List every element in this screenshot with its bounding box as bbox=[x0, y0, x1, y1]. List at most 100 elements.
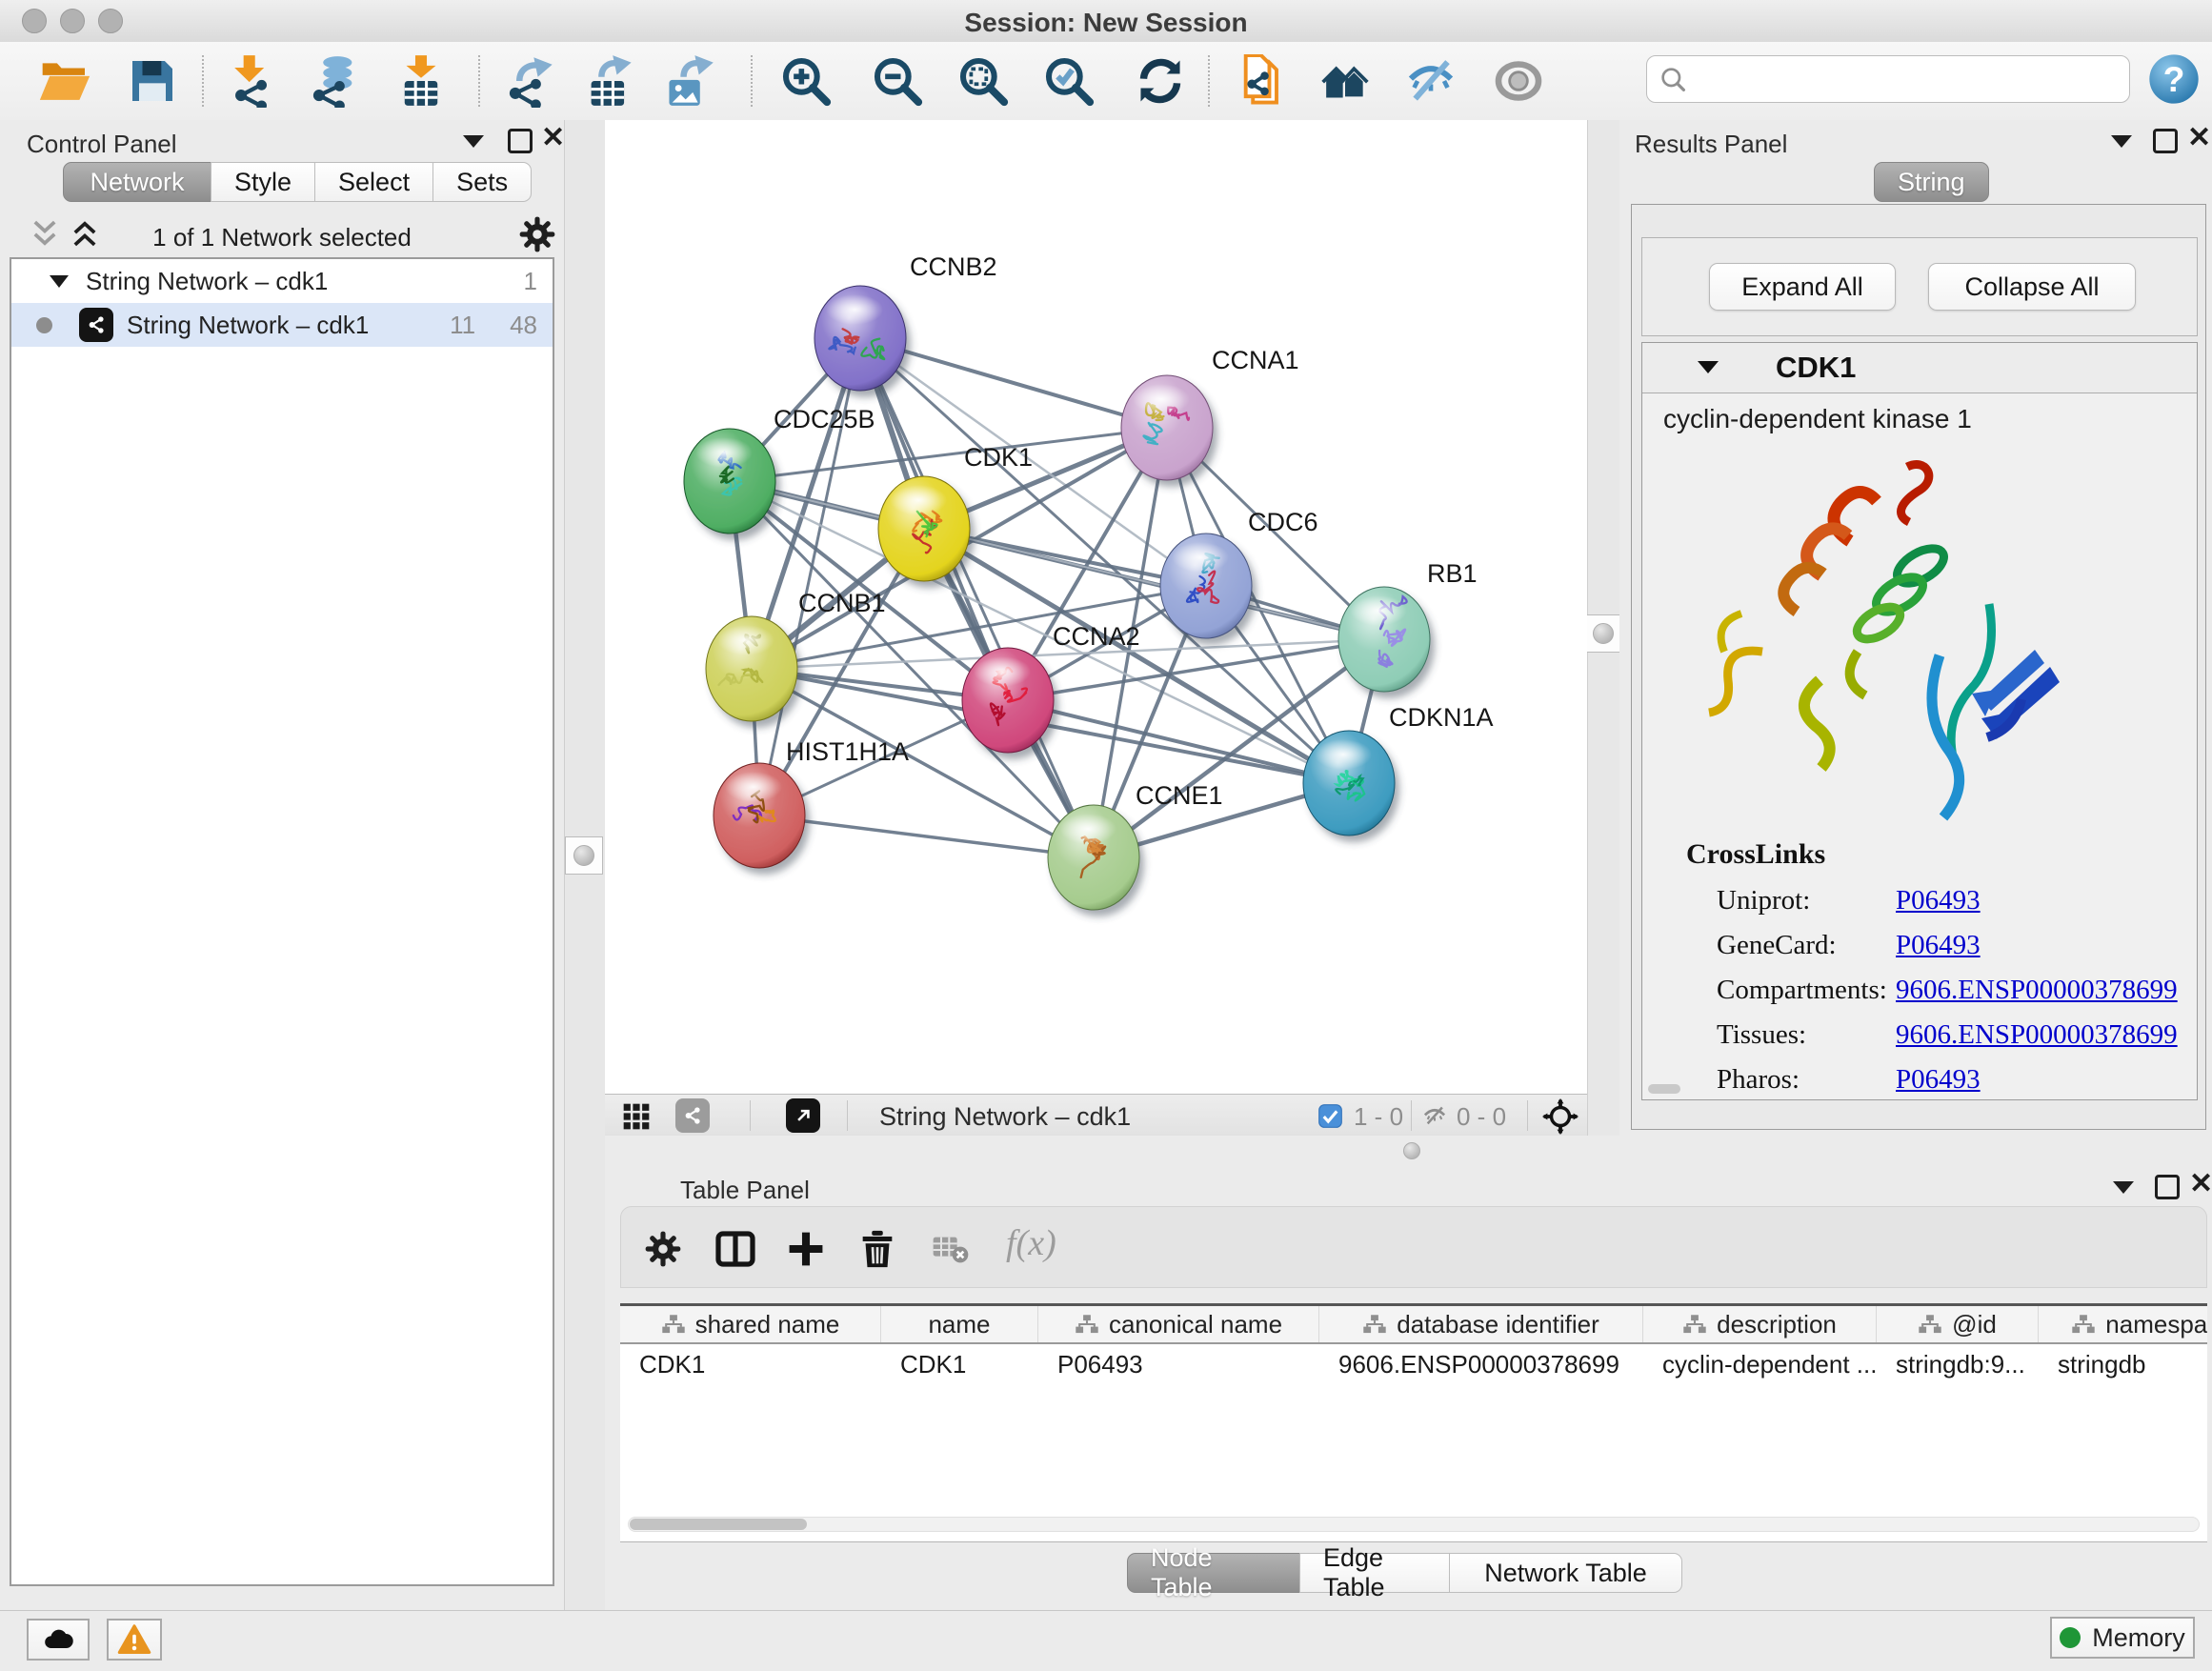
search-input[interactable] bbox=[1697, 60, 2120, 98]
node-CCNB1[interactable]: CCNB1 bbox=[706, 589, 886, 721]
birdseye-grid-icon[interactable] bbox=[620, 1101, 653, 1132]
crosslink-link[interactable]: 9606.ENSP00000378699 bbox=[1896, 975, 2178, 1006]
table-scrollbar-thumb[interactable] bbox=[630, 1519, 807, 1530]
crosslink-link[interactable]: P06493 bbox=[1896, 885, 1981, 916]
column-header-canonical-name[interactable]: canonical name bbox=[1038, 1306, 1319, 1342]
tab-network-table[interactable]: Network Table bbox=[1449, 1553, 1682, 1593]
save-session-icon[interactable] bbox=[126, 54, 179, 108]
gene-collapse-arrow[interactable] bbox=[1698, 361, 1719, 373]
edge-CCNB2-CCNE1[interactable] bbox=[860, 338, 1094, 857]
help-icon[interactable]: ? bbox=[2147, 52, 2201, 106]
string-view-icon[interactable] bbox=[675, 1098, 710, 1133]
table-panel-menu-button[interactable] bbox=[2113, 1181, 2134, 1194]
create-column-plus-icon[interactable] bbox=[785, 1228, 827, 1270]
column-header-@id[interactable]: @id bbox=[1877, 1306, 2039, 1342]
detach-view-icon[interactable] bbox=[786, 1098, 820, 1133]
results-panel-menu-button[interactable] bbox=[2111, 135, 2132, 148]
string-network-graph[interactable]: CCNB2CCNA1CDC25BCDK1CDC6RB1CCNB1CCNA2CDK… bbox=[605, 120, 1587, 1094]
table-cell[interactable]: cyclin-dependent ... bbox=[1643, 1344, 1877, 1384]
import-string-network-icon[interactable] bbox=[1237, 54, 1290, 108]
table-cell[interactable]: stringdb:9... bbox=[1877, 1344, 2039, 1384]
column-header-namespace[interactable]: namespace bbox=[2039, 1306, 2207, 1342]
expand-all-button[interactable]: Expand All bbox=[1709, 263, 1896, 311]
hide-selected-icon[interactable] bbox=[1404, 54, 1458, 108]
results-panel-float-button[interactable] bbox=[2153, 129, 2178, 153]
left-splitter-handle[interactable] bbox=[565, 836, 603, 875]
import-table-from-file-icon[interactable] bbox=[394, 54, 448, 108]
tab-string[interactable]: String bbox=[1874, 162, 1989, 202]
table-row[interactable]: CDK1CDK1P064939606.ENSP00000378699cyclin… bbox=[620, 1344, 2207, 1384]
control-panel-close-button[interactable]: ✕ bbox=[541, 129, 565, 148]
tab-node-table[interactable]: Node Table bbox=[1127, 1553, 1300, 1593]
node-CDC25B[interactable]: CDC25B bbox=[684, 405, 875, 534]
table-horizontal-scrollbar[interactable] bbox=[628, 1517, 2200, 1532]
delete-column-trash-icon[interactable] bbox=[855, 1226, 899, 1272]
crosslink-link[interactable]: 9606.ENSP00000378699 bbox=[1896, 1019, 2178, 1051]
pan-crosshair-icon[interactable] bbox=[1542, 1098, 1579, 1135]
node-HIST1H1A[interactable]: HIST1H1A bbox=[714, 737, 909, 868]
column-header-shared-name[interactable]: shared name bbox=[620, 1306, 881, 1342]
edge-HIST1H1A-CCNE1[interactable] bbox=[759, 815, 1094, 857]
import-network-from-database-icon[interactable] bbox=[307, 54, 360, 108]
fit-content-icon[interactable] bbox=[956, 54, 1010, 108]
table-cell[interactable]: stringdb bbox=[2039, 1344, 2207, 1384]
node-CCNA1[interactable]: CCNA1 bbox=[1121, 346, 1299, 480]
export-table-icon[interactable] bbox=[583, 54, 636, 108]
memory-button[interactable]: Memory bbox=[2050, 1617, 2195, 1659]
results-scrollbar-thumb[interactable] bbox=[1648, 1084, 1680, 1094]
show-all-icon[interactable] bbox=[1492, 54, 1545, 108]
tab-edge-table[interactable]: Edge Table bbox=[1299, 1553, 1450, 1593]
node-CCNE1[interactable]: CCNE1 bbox=[1048, 781, 1223, 910]
import-network-from-file-icon[interactable] bbox=[227, 54, 280, 108]
zoom-selected-icon[interactable] bbox=[1042, 54, 1096, 108]
table-cell[interactable]: 9606.ENSP00000378699 bbox=[1319, 1344, 1643, 1384]
network-options-gear-icon[interactable] bbox=[516, 213, 558, 255]
horizontal-splitter[interactable] bbox=[605, 1136, 2212, 1170]
svg-text:?: ? bbox=[2163, 59, 2185, 99]
tab-network[interactable]: Network bbox=[63, 162, 211, 202]
edge-CCNB2-CCNA1[interactable] bbox=[860, 338, 1167, 428]
selected-checkbox-icon[interactable] bbox=[1317, 1103, 1343, 1129]
zoom-in-icon[interactable] bbox=[779, 54, 833, 108]
table-cell[interactable]: CDK1 bbox=[620, 1344, 881, 1384]
tab-style[interactable]: Style bbox=[211, 162, 315, 202]
table-cell[interactable]: CDK1 bbox=[881, 1344, 1038, 1384]
export-network-icon[interactable] bbox=[503, 54, 556, 108]
hidden-eye-icon[interactable] bbox=[1420, 1103, 1449, 1129]
zoom-out-icon[interactable] bbox=[871, 54, 924, 108]
warnings-button[interactable] bbox=[107, 1619, 162, 1661]
table-cell[interactable]: P06493 bbox=[1038, 1344, 1319, 1384]
open-session-icon[interactable] bbox=[38, 54, 91, 108]
table-panel-close-button[interactable]: ✕ bbox=[2189, 1175, 2212, 1194]
network-view-canvas[interactable]: CCNB2CCNA1CDC25BCDK1CDC6RB1CCNB1CCNA2CDK… bbox=[605, 120, 1587, 1094]
tab-sets[interactable]: Sets bbox=[432, 162, 532, 202]
column-header-name[interactable]: name bbox=[881, 1306, 1038, 1342]
column-header-database-identifier[interactable]: database identifier bbox=[1319, 1306, 1643, 1342]
control-panel-float-button[interactable] bbox=[508, 129, 533, 153]
string-home-icon[interactable] bbox=[1318, 54, 1372, 108]
tab-select[interactable]: Select bbox=[314, 162, 433, 202]
table-panel-float-button[interactable] bbox=[2155, 1175, 2180, 1199]
delete-table-icon[interactable] bbox=[932, 1234, 970, 1266]
cloud-status-button[interactable] bbox=[27, 1619, 90, 1661]
column-header-description[interactable]: description bbox=[1643, 1306, 1877, 1342]
show-columns-icon[interactable] bbox=[713, 1226, 758, 1272]
network-view-toolbar: String Network – cdk1 1 - 0 0 - 0 bbox=[605, 1094, 1587, 1137]
refresh-icon[interactable] bbox=[1134, 54, 1187, 108]
control-panel-menu-button[interactable] bbox=[463, 135, 484, 148]
collection-expand-arrow[interactable] bbox=[50, 275, 69, 288]
node-RB1[interactable]: RB1 bbox=[1338, 559, 1478, 692]
node-CDKN1A[interactable]: CDKN1A bbox=[1303, 703, 1494, 836]
function-builder-icon[interactable]: f(x) bbox=[1006, 1222, 1056, 1264]
collapse-all-button[interactable]: Collapse All bbox=[1928, 263, 2136, 311]
crosslink-link[interactable]: P06493 bbox=[1896, 1064, 1981, 1096]
crosslink-link[interactable]: P06493 bbox=[1896, 930, 1981, 961]
right-splitter-handle[interactable] bbox=[1584, 614, 1622, 653]
network-collection-row[interactable]: String Network – cdk1 1 bbox=[11, 259, 553, 303]
horizontal-splitter-handle[interactable] bbox=[1403, 1142, 1420, 1159]
table-options-gear-icon[interactable] bbox=[642, 1228, 684, 1270]
network-row-selected[interactable]: String Network – cdk1 11 48 bbox=[11, 303, 553, 347]
gene-panel-header[interactable]: CDK1 bbox=[1642, 343, 2197, 393]
export-image-icon[interactable] bbox=[663, 54, 716, 108]
results-panel-close-button[interactable]: ✕ bbox=[2187, 129, 2211, 148]
